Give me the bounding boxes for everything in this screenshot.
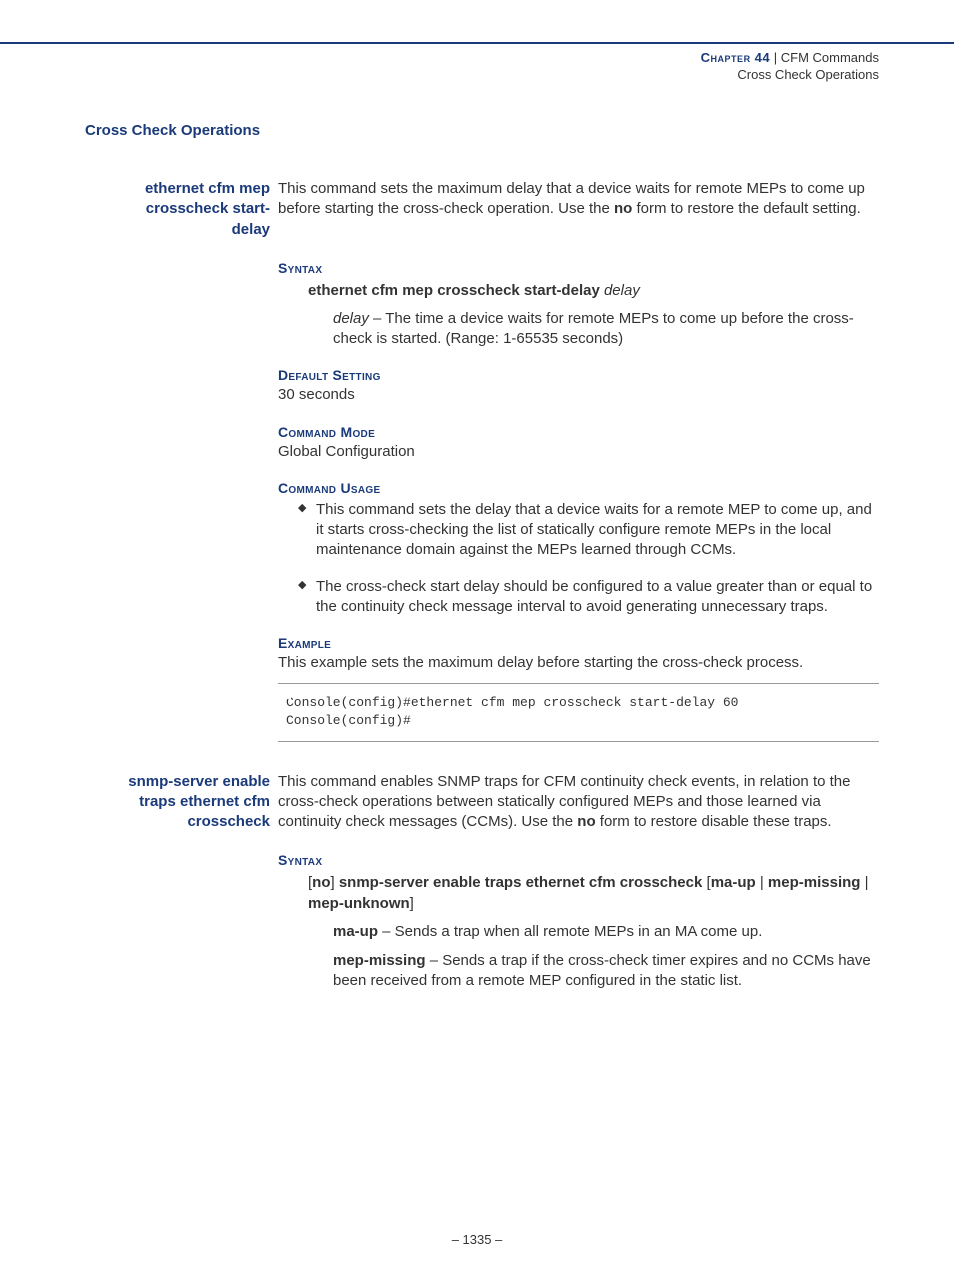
cmd2-param-mepm: mep-missing – Sends a trap if the cross-…	[333, 951, 879, 992]
command-block-1: ethernet cfm mep crosscheck start- delay…	[85, 179, 879, 240]
cmd1-default-section: Default Setting 30 seconds	[278, 367, 879, 405]
command-name-1: ethernet cfm mep crosscheck start- delay	[85, 179, 278, 240]
page-content: Cross Check Operations ethernet cfm mep …	[0, 82, 954, 991]
chapter-title: CFM Commands	[781, 50, 879, 65]
usage-heading: Command Usage	[278, 480, 879, 496]
cmd2-syn-end: ]	[410, 895, 414, 912]
cmd1-name-line3: delay	[232, 221, 270, 238]
cmd2-syn-no: no	[312, 874, 330, 891]
cmd1-param: delay – The time a device waits for remo…	[333, 309, 879, 350]
cmd1-syntax-line: ethernet cfm mep crosscheck start-delay …	[308, 280, 879, 301]
cmd2-syntax-heading: Syntax	[278, 852, 879, 868]
command-name-2: snmp-server enable traps ethernet cfm cr…	[85, 772, 278, 833]
cmd2-maup-b: ma-up	[333, 923, 378, 940]
cmd2-mepm-b: mep-missing	[333, 952, 426, 969]
cmd1-mode-section: Command Mode Global Configuration	[278, 424, 879, 462]
command-block-2: snmp-server enable traps ethernet cfm cr…	[85, 772, 879, 833]
command-desc-2: This command enables SNMP traps for CFM …	[278, 772, 879, 833]
cmd2-name-line1: snmp-server enable	[128, 773, 270, 790]
page-number: – 1335 –	[452, 1232, 503, 1247]
syntax-heading: Syntax	[278, 260, 879, 276]
cmd1-example-code: Console(config)#ethernet cfm mep crossch…	[278, 683, 879, 741]
cmd2-syntax-section: Syntax [ no] snmp-server enable traps eth…	[278, 852, 879, 991]
chapter-separator: |	[770, 50, 781, 65]
cmd1-name-line1: ethernet cfm mep	[145, 180, 270, 197]
cmd1-syntax-ital: delay	[600, 282, 640, 299]
cmd2-syn-opt1: ma-up	[711, 874, 756, 891]
page-footer: – 1335 –	[0, 1232, 954, 1247]
cmd1-syntax-section: Syntax ethernet cfm mep crosscheck start…	[278, 260, 879, 350]
cmd2-syn-sep1: |	[756, 874, 768, 891]
cmd2-syn-sep2: |	[860, 874, 868, 891]
page-header: Chapter 44 | CFM Commands Cross Check Op…	[0, 42, 954, 82]
cmd1-param-desc: – The time a device waits for remote MEP…	[333, 310, 854, 347]
cmd1-desc-c: form to restore the default setting.	[632, 200, 860, 217]
command-desc-1: This command sets the maximum delay that…	[278, 179, 879, 220]
cmd1-usage-item-2: The cross-check start delay should be co…	[298, 577, 879, 618]
cmd2-syn-mid1: ]	[331, 874, 339, 891]
chapter-label: Chapter 44	[701, 50, 770, 65]
cmd2-syntax-line: [ no] snmp-server enable traps ethernet c…	[308, 872, 879, 914]
header-line-1: Chapter 44 | CFM Commands	[0, 50, 879, 65]
cmd2-syn-opt3: mep-unknown	[308, 895, 410, 912]
cmd1-default-value: 30 seconds	[278, 385, 879, 405]
cmd2-syn-opt2: mep-missing	[768, 874, 861, 891]
header-subtitle: Cross Check Operations	[0, 67, 879, 82]
cmd1-syntax-bold: ethernet cfm mep crosscheck start-delay	[308, 282, 600, 299]
cmd2-param-maup: ma-up – Sends a trap when all remote MEP…	[333, 922, 879, 942]
cmd2-desc-no: no	[577, 813, 595, 830]
cmd1-example-desc: This example sets the maximum delay befo…	[278, 653, 879, 673]
cmd1-usage-list: This command sets the delay that a devic…	[278, 500, 879, 617]
cmd2-maup-t: – Sends a trap when all remote MEPs in a…	[378, 923, 762, 940]
cmd1-mode-value: Global Configuration	[278, 442, 879, 462]
cmd1-example-section: Example This example sets the maximum de…	[278, 635, 879, 673]
cmd2-syn-main: snmp-server enable traps ethernet cfm cr…	[339, 874, 703, 891]
cmd2-name-line3: crosscheck	[187, 813, 270, 830]
cmd1-param-name: delay	[333, 310, 369, 327]
mode-heading: Command Mode	[278, 424, 879, 440]
cmd1-usage-section: Command Usage This command sets the dela…	[278, 480, 879, 617]
cmd1-desc-no: no	[614, 200, 632, 217]
section-title: Cross Check Operations	[85, 122, 879, 139]
cmd1-usage-item-1: This command sets the delay that a devic…	[298, 500, 879, 561]
cmd1-name-line2: crosscheck start-	[146, 200, 270, 217]
example-heading: Example	[278, 635, 879, 651]
cmd2-syn-mid2: [	[702, 874, 710, 891]
cmd2-name-line2: traps ethernet cfm	[139, 793, 270, 810]
cmd2-desc-c: form to restore disable these traps.	[596, 813, 832, 830]
default-heading: Default Setting	[278, 367, 879, 383]
